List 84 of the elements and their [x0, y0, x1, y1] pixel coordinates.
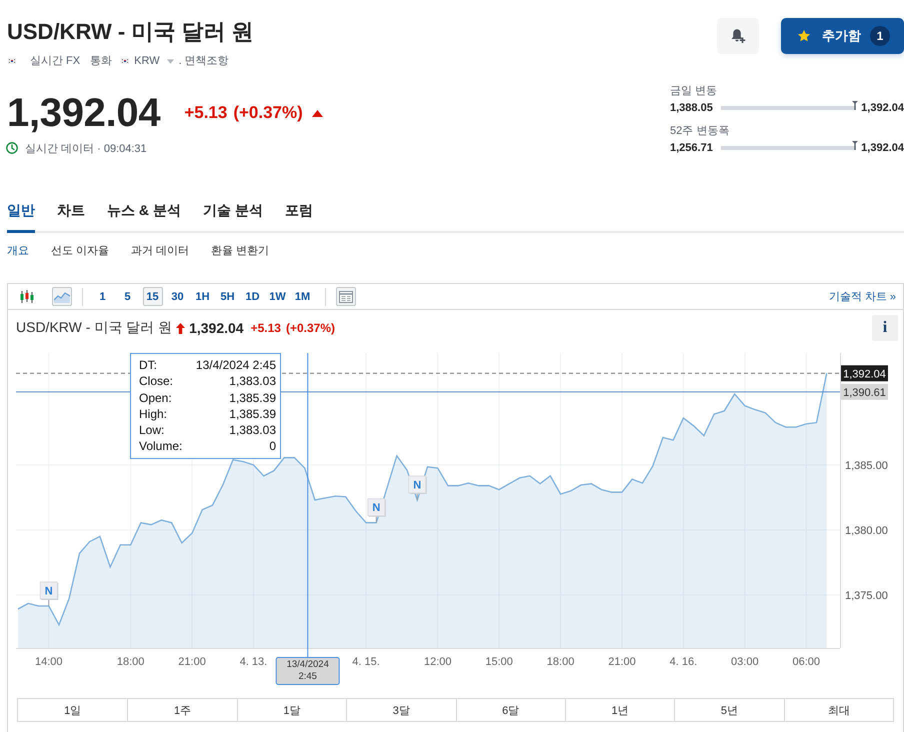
nav-tab[interactable]: 포럼	[284, 197, 313, 233]
nav-tab[interactable]: 차트	[57, 197, 85, 233]
disclaimer-link[interactable]: . 면책조항	[178, 53, 229, 69]
candlestick-icon	[19, 290, 35, 304]
tooltip-value: 1,383.03	[229, 422, 276, 438]
nav-tab[interactable]: 일반	[7, 197, 35, 233]
tooltip-label: DT:	[139, 357, 157, 374]
range-low: 1,388.05	[670, 102, 713, 114]
watchlist-button[interactable]: 추가함 1	[781, 18, 904, 54]
sub-tab[interactable]: 선도 이자율	[51, 243, 110, 259]
axis-label: 06:00	[792, 656, 820, 668]
range-high: 1,392.04	[861, 102, 904, 114]
tooltip-label: Volume:	[139, 438, 182, 455]
axis-label: 4. 13.	[240, 656, 268, 668]
axis-label: 4. 15.	[352, 656, 380, 668]
flag-icon	[121, 58, 130, 64]
star-icon	[797, 29, 811, 43]
axis-label: 1,375.00	[845, 590, 888, 602]
axis-label: 4. 16.	[670, 656, 698, 668]
tooltip-value: 13/4/2024 2:45	[196, 357, 276, 374]
tooltip-label: Close:	[139, 373, 174, 390]
axis-label: 21:00	[608, 656, 636, 668]
ref-line-label: 1,392.04	[843, 368, 886, 380]
axis-label: 12:00	[424, 656, 452, 668]
clock-icon	[6, 142, 18, 154]
axis-label: 03:00	[731, 656, 759, 668]
ref-line-label: 1,390.61	[843, 386, 886, 399]
axis-label: 1,385.00	[845, 460, 888, 472]
axis-label: 14:00	[35, 656, 63, 668]
interval-button[interactable]: 5	[118, 287, 138, 306]
count-badge: 1	[870, 26, 890, 46]
interval-button[interactable]: 1M	[292, 287, 312, 306]
price-change: +5.13	[184, 103, 228, 123]
caret-icon[interactable]	[166, 58, 174, 64]
sub-tab[interactable]: 개요	[7, 243, 29, 259]
bell-plus-icon	[730, 28, 746, 44]
sub-tab[interactable]: 과거 데이터	[131, 243, 190, 259]
interval-button[interactable]: 1D	[242, 287, 262, 306]
range-label: 52주 변동폭	[670, 124, 730, 138]
range-low: 1,256.71	[670, 142, 713, 154]
percent-change: (+0.37%)	[286, 321, 335, 335]
sub-tab[interactable]: 환율 변환기	[211, 243, 270, 259]
flag-icon	[8, 58, 16, 64]
price-label: 1,390.61	[841, 384, 888, 400]
axis-label: 21:00	[178, 656, 206, 668]
interval-button[interactable]: 1	[92, 287, 112, 306]
tooltip-value: 1,385.39	[229, 390, 276, 406]
axis-label: 15:00	[485, 656, 513, 668]
axis-label: 18:00	[116, 656, 144, 668]
chart-price: 1,392.04	[189, 320, 244, 336]
nav-tab[interactable]: 뉴스 & 분석	[107, 197, 181, 233]
interval-button[interactable]: 1H	[192, 287, 212, 306]
tooltip-label: Low:	[139, 422, 164, 438]
range-label: 금일 변동	[670, 84, 718, 98]
chart-title: USD/KRW - 미국 달러 원	[16, 319, 172, 337]
price-label: 1,392.04	[841, 365, 888, 382]
price-change: +5.13	[250, 321, 281, 335]
category-label: 통화	[90, 54, 112, 69]
time-label: 13/4/2024 2:45	[276, 657, 340, 685]
interval-button[interactable]: 1W	[268, 287, 288, 306]
interval-button[interactable]: 15	[142, 287, 162, 306]
tooltip-label: Open:	[139, 390, 172, 406]
interval-button[interactable]: 5H	[218, 287, 238, 306]
info-button[interactable]: i	[872, 315, 898, 341]
axis-label: 1,380.00	[845, 524, 888, 537]
tooltip-label: High:	[139, 406, 168, 422]
page-title: USD/KRW - 미국 달러 원	[7, 18, 254, 46]
percent-change: (+0.37%)	[233, 103, 303, 123]
advanced-chart-link[interactable]: 기술적 차트 »	[828, 289, 896, 304]
realtime-status: 실시간 데이터 · 09:04:31	[25, 142, 147, 156]
nav-tab[interactable]: 기술 분석	[202, 197, 263, 233]
tooltip-value: 1,383.03	[229, 373, 276, 390]
market-label: 실시간 FX	[30, 54, 80, 69]
alert-button[interactable]	[717, 18, 759, 54]
table-icon	[339, 290, 353, 302]
tooltip-value: 1,385.39	[229, 406, 276, 422]
range-high: 1,392.04	[861, 142, 904, 154]
interval-button[interactable]: 30	[168, 287, 188, 306]
table-view-button[interactable]	[336, 287, 356, 306]
currency-label[interactable]: KRW	[134, 53, 160, 69]
area-chart-icon	[54, 290, 70, 303]
tooltip-value: 0	[269, 438, 276, 455]
axis-label: 18:00	[546, 656, 574, 668]
last-price: 1,392.04	[7, 91, 160, 135]
